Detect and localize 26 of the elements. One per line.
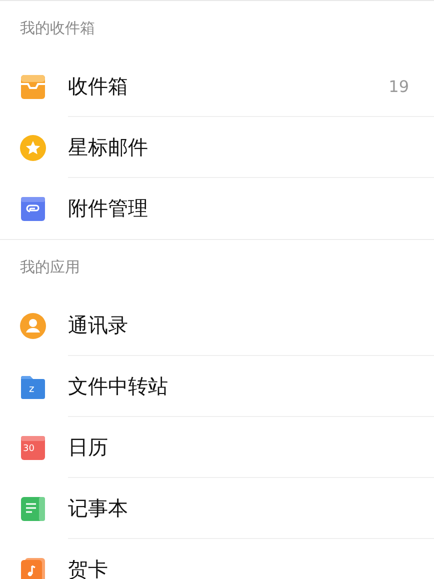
item-count: 19 — [388, 76, 409, 96]
icon-label: 30 — [23, 443, 34, 455]
menu-item[interactable]: 附件管理 — [0, 178, 434, 239]
item-label: 记事本 — [68, 494, 128, 522]
calendar-icon — [20, 434, 46, 460]
menu-item[interactable]: 30 日历 — [0, 417, 434, 478]
menu-item[interactable]: 收件箱 19 — [0, 56, 434, 117]
section-title: 我的收件箱 — [19, 18, 96, 39]
person-icon — [20, 312, 46, 338]
icon-label: z — [29, 384, 34, 396]
item-label: 通讯录 — [68, 312, 128, 338]
section-title: 我的应用 — [19, 257, 81, 278]
folder-icon — [20, 374, 46, 400]
paperclip-icon — [20, 196, 46, 222]
notepad-icon — [20, 496, 46, 522]
menu-item[interactable]: 星标邮件 — [0, 117, 434, 178]
item-label: 收件箱 — [68, 72, 128, 100]
item-label: 星标邮件 — [68, 134, 148, 160]
item-label: 日历 — [68, 434, 108, 460]
item-label: 附件管理 — [68, 195, 148, 222]
menu-item[interactable]: 通讯录 — [0, 295, 434, 356]
menu-item[interactable]: 记事本 — [0, 478, 434, 539]
tray-icon — [20, 74, 46, 100]
item-label: 文件中转站 — [68, 372, 168, 400]
menu-item[interactable]: z 文件中转站 — [0, 356, 434, 417]
music-card-icon — [20, 556, 46, 579]
